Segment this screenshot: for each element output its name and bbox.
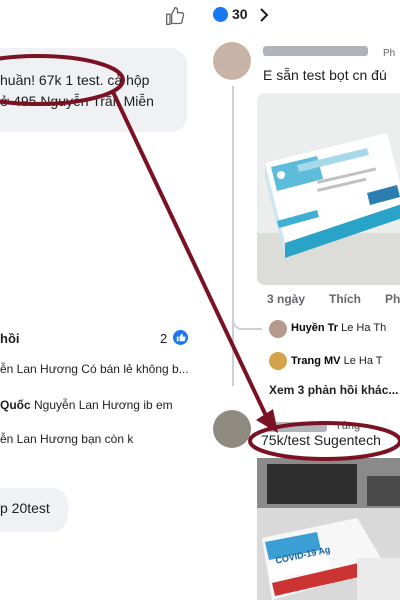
nested-reply[interactable]: Trang MV Le Ha T — [291, 355, 383, 367]
reply-link[interactable]: Phả — [385, 292, 400, 306]
comment-line: ở 495 Nguyễn Trãi. Miễn — [0, 93, 154, 109]
reply-item[interactable]: ễn Lan Hương bạn còn k — [0, 432, 133, 446]
comment-text: E sẵn test bọt cn đú — [263, 67, 387, 83]
chevron-right-icon[interactable] — [259, 7, 269, 23]
replies-header[interactable]: hồi — [0, 331, 20, 346]
comment-time[interactable]: 3 ngày — [267, 292, 305, 306]
reply-text: Nguyễn Lan Hương ib em — [34, 398, 173, 412]
view-more-replies-link[interactable]: Xem 3 phản hồi khác... — [269, 383, 398, 397]
left-screenshot-panel: huần! 67k 1 test. cả hộp ở 495 Nguyễn Tr… — [0, 0, 205, 600]
reply-author[interactable]: Huyền Tr — [291, 322, 338, 334]
comment-bubble: p 20test — [0, 488, 68, 532]
avatar[interactable] — [213, 410, 251, 448]
author-suffix: Tùng — [335, 420, 361, 432]
comment-actions: 3 ngày Thích Phả — [267, 292, 400, 306]
nested-reply[interactable]: Huyền Tr Le Ha Th — [291, 322, 386, 334]
reaction-count: 2 — [160, 331, 168, 346]
avatar[interactable] — [213, 42, 251, 80]
comment-bubble: huần! 67k 1 test. cả hộp ở 495 Nguyễn Tr… — [0, 48, 187, 132]
reply-item[interactable]: Quốc Nguyễn Lan Hương ib em — [0, 398, 173, 412]
author-suffix: Ph — [383, 48, 396, 59]
thread-elbow — [232, 318, 262, 330]
reply-author[interactable]: Trang MV — [291, 355, 341, 367]
right-screenshot-panel: 30 Ph E sẵn test bọt cn đú 3 ngày Thích … — [205, 0, 400, 600]
likes-count: 30 — [232, 6, 248, 22]
reply-author[interactable]: Quốc — [0, 398, 31, 412]
reply-text: Le Ha Th — [341, 322, 387, 334]
likes-summary[interactable]: 30 — [213, 6, 248, 22]
like-reaction-icon — [213, 6, 228, 22]
reply-text: ễn Lan Hương bạn còn k — [0, 432, 134, 446]
thumbs-up-icon[interactable] — [165, 6, 185, 26]
reply-text: Le Ha T — [343, 355, 383, 367]
comment-text: p 20test — [0, 500, 50, 516]
reply-item[interactable]: ễn Lan Hương Có bán lẻ không b... — [0, 362, 189, 376]
reply-text: ễn Lan Hương Có bán lẻ không b... — [0, 362, 189, 376]
covid-test-box-photo[interactable]: COVID-19 Ag — [257, 458, 400, 600]
avatar[interactable] — [269, 352, 287, 370]
avatar[interactable] — [269, 320, 287, 338]
comment-text: 75k/test Sugentech — [261, 432, 381, 448]
test-kit-photo[interactable] — [257, 93, 400, 285]
like-link[interactable]: Thích — [329, 292, 361, 306]
comment-line: huần! 67k 1 test. cả hộp — [0, 72, 150, 88]
comment-text: huần! 67k 1 test. cả hộp ở 495 Nguyễn Tr… — [0, 70, 154, 112]
like-reaction-icon — [173, 330, 188, 345]
blurred-name — [263, 46, 368, 56]
blurred-name — [267, 422, 327, 432]
thread-line — [232, 86, 234, 386]
